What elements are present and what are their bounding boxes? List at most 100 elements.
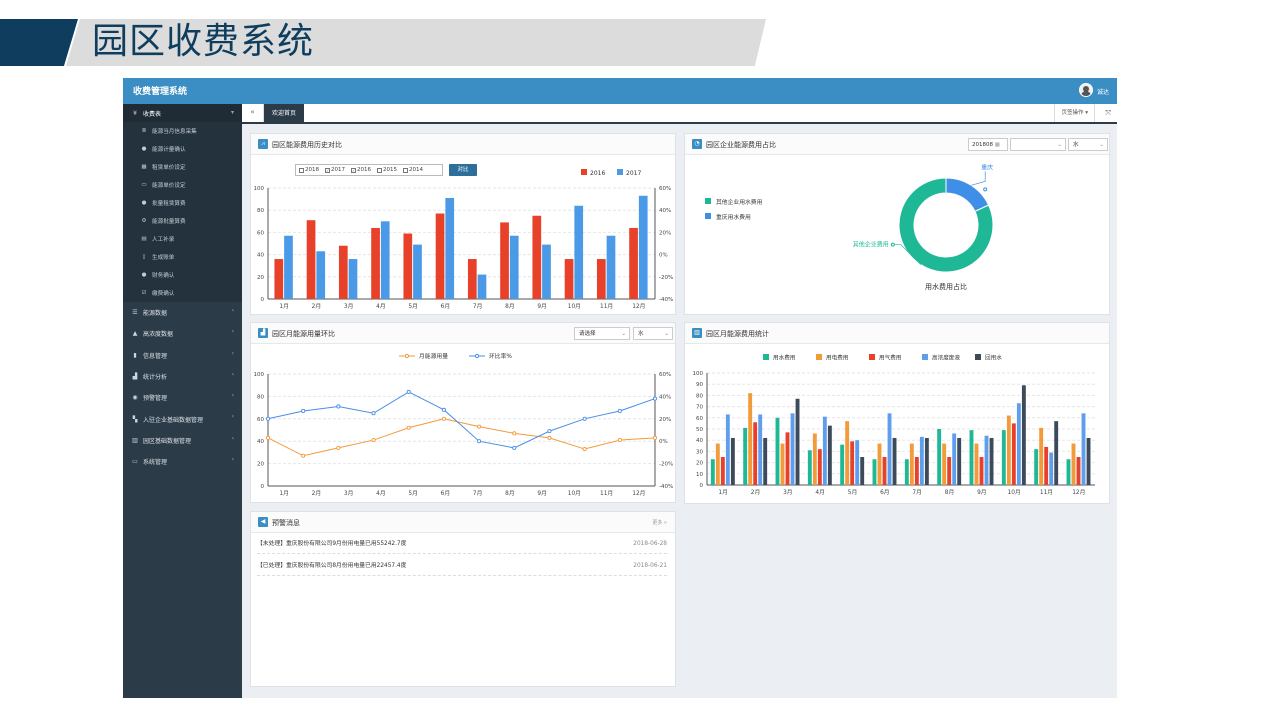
bar-用水费用	[710, 459, 715, 485]
sidebar-group-billing[interactable]: ¥ 收费表 ▾	[123, 104, 242, 122]
bar-2017	[445, 197, 455, 299]
bar-高浓度废液	[984, 435, 989, 485]
panel-title: 园区月能源费用统计	[706, 330, 769, 338]
y-tick-label: 0	[700, 483, 704, 489]
category-select[interactable]: 请选择 ⌄	[574, 327, 630, 340]
y2-tick-label: 60%	[659, 372, 671, 378]
bar-用水费用	[904, 459, 909, 485]
chevron-left-icon: ‹	[231, 413, 234, 421]
sidebar-group-alerts[interactable]: ◉ 预警管理 ‹	[123, 387, 242, 408]
bar-用电费用	[942, 443, 947, 485]
bar-用电费用	[909, 443, 914, 485]
double-chevron-left-icon[interactable]: «	[242, 104, 264, 122]
sidebar-item-batch-energy[interactable]: ⚙ 能源批量算费	[123, 212, 242, 230]
y-tick-label: 20	[257, 275, 264, 281]
series-point	[477, 439, 482, 444]
sidebar-groups: ☰ 能源数据 ‹ ▲ 高浓度数据 ‹ ▮ 信息管理 ‹ ▟ 统计分析 ‹ ◉ 预警管理 ‹ ▚ 入驻企…	[123, 302, 242, 472]
energy-type-select[interactable]: 水 ⌄	[633, 327, 673, 340]
sidebar-group-system[interactable]: ▭ 系统管理 ‹	[123, 451, 242, 472]
bar-用水费用	[969, 430, 974, 485]
y-tick-label: 100	[254, 372, 265, 378]
app-title: 收费管理系统	[133, 87, 188, 97]
bar-回用水	[924, 437, 929, 485]
alert-row[interactable]: 【已处理】重庆股份有限公司8月份用电量已用22457.4度 2018-06-21	[257, 556, 667, 576]
chevron-left-icon: ‹	[231, 370, 234, 378]
bar-高浓度废液	[790, 413, 795, 485]
sidebar-item-payment-confirm[interactable]: ☑ 缴费确认	[123, 284, 242, 302]
series-point	[652, 396, 658, 401]
energy-type-select[interactable]: 水 ⌄	[1068, 138, 1108, 151]
series-point	[617, 438, 622, 443]
card-icon: ▭	[141, 182, 147, 188]
x-tick-label: 8月	[505, 303, 515, 310]
legend-label: 月能源用量	[419, 352, 448, 360]
y2-tick-label: 20%	[659, 417, 671, 423]
file-icon: ▯	[142, 254, 146, 260]
y-tick-label: 80	[257, 208, 264, 214]
banner-accent	[0, 19, 78, 66]
bar-用电费用	[715, 443, 720, 485]
legend-marker	[474, 353, 480, 359]
series-point	[441, 407, 446, 412]
speaker-icon: ◀	[258, 517, 268, 527]
avatar[interactable]	[1079, 83, 1093, 97]
sidebar-item-rent-price[interactable]: ▦ 租赁单价设定	[123, 158, 242, 176]
sidebar-group-high-concentration[interactable]: ▲ 高浓度数据 ‹	[123, 323, 242, 344]
chevron-left-icon: ‹	[231, 456, 234, 464]
y2-tick-label: -40%	[659, 484, 673, 490]
legend-label: 2017	[626, 170, 641, 177]
bar-2017	[316, 251, 326, 299]
x-tick-label: 5月	[848, 489, 858, 496]
month-input[interactable]: 201808 ▦	[968, 138, 1008, 151]
bar-2017	[542, 244, 551, 299]
sidebar-item-finance-confirm[interactable]: ● 财务确认	[123, 266, 242, 284]
sidebar-item-generate-bill[interactable]: ▯ 生成账单	[123, 248, 242, 266]
label-leader	[971, 171, 986, 186]
sidebar-item-batch-rent[interactable]: ● 批量租赁算费	[123, 194, 242, 212]
legend-swatch	[975, 354, 981, 360]
chevron-left-icon: ‹	[231, 307, 234, 314]
series-point	[371, 411, 376, 416]
bar-回用水	[957, 437, 962, 485]
y-tick-label: 10	[696, 472, 703, 478]
bar-用气费用	[753, 422, 758, 485]
check-circle-icon: ●	[141, 272, 147, 278]
legend-swatch	[617, 169, 623, 175]
company-select[interactable]: ⌄	[1010, 138, 1066, 151]
bar-用水费用	[1034, 449, 1039, 485]
y-tick-label: 60	[257, 230, 264, 236]
x-tick-label: 5月	[408, 490, 418, 497]
sidebar-group-tenants[interactable]: ▚ 入驻企业基础数据管理 ‹	[123, 408, 242, 429]
user-name[interactable]: 诚达	[1097, 87, 1109, 96]
database-icon: ☰	[132, 309, 138, 317]
sidebar-item-collect[interactable]: ≣ 能源当月信息采集	[123, 122, 242, 140]
expand-icon[interactable]: ⤧	[1105, 104, 1111, 122]
y-tick-label: 40	[696, 438, 703, 444]
sidebar-group-park-data[interactable]: ▥ 园区基础数据管理 ‹	[123, 430, 242, 451]
tab-home[interactable]: 欢迎首页	[264, 104, 304, 123]
legend-label: 2016	[590, 170, 605, 177]
sidebar-item-energy-price[interactable]: ▭ 能源单价设定	[123, 176, 242, 194]
chart-icon: ⩘	[258, 139, 268, 149]
bar-回用水	[827, 425, 832, 485]
app-window: 收费管理系统 诚达 ¥ 收费表 ▾ ≣ 能源当月信息采集 ● 能源计量确认 ▦ 租赁单…	[123, 78, 1117, 698]
series-point	[336, 404, 341, 409]
cost-bar-chart: 0 10 20 30 40 50 60 70 80 90 100 1月 2月 3月 4月 5月 6月 7月 8月 9月…	[693, 354, 1095, 496]
tab-ops-dropdown[interactable]: 页签操作 ▾	[1054, 104, 1095, 122]
y-tick-label: 20	[257, 462, 264, 468]
y-tick-label: 80	[696, 393, 703, 399]
sidebar-group-statistics[interactable]: ▟ 统计分析 ‹	[123, 366, 242, 387]
x-tick-label: 1月	[279, 490, 289, 497]
label-dot	[890, 242, 895, 247]
sidebar-item-meter-confirm[interactable]: ● 能源计量确认	[123, 140, 242, 158]
bar-用气费用	[1076, 457, 1081, 485]
sidebar-group-energy-data[interactable]: ☰ 能源数据 ‹	[123, 302, 242, 323]
sidebar-group-info[interactable]: ▮ 信息管理 ‹	[123, 345, 242, 366]
chevron-down-icon: ▾	[230, 109, 234, 116]
more-link[interactable]: 更多 »	[652, 519, 667, 526]
flask-icon: ▲	[132, 330, 138, 338]
sidebar-item-manual-entry[interactable]: ▤ 人工补录	[123, 230, 242, 248]
bar-2017	[413, 244, 422, 299]
alert-row[interactable]: 【未处理】重庆股份有限公司9月份用电量已用55242.7度 2018-06-28	[257, 534, 667, 554]
bar-回用水	[892, 437, 897, 485]
